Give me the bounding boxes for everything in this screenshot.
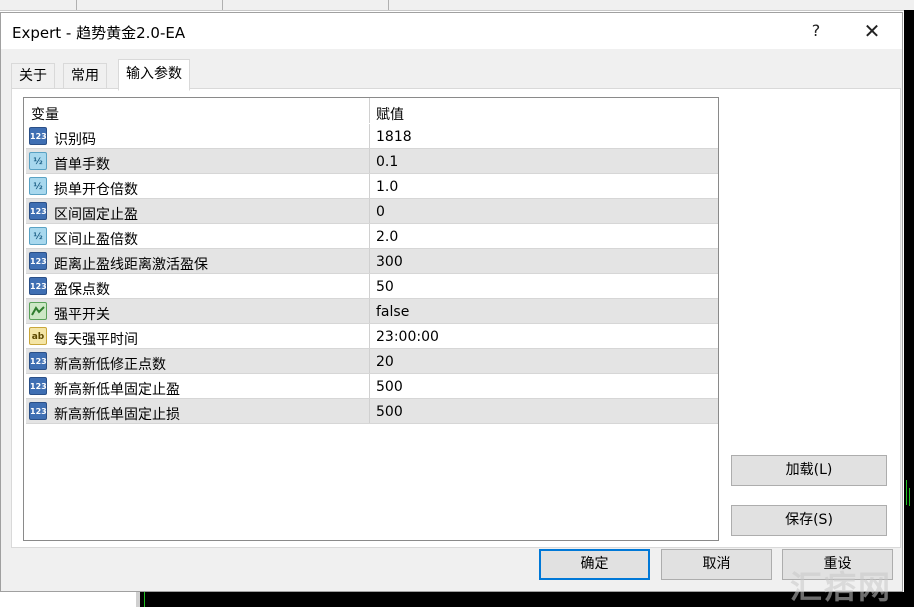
table-row[interactable]: 强平开关 false [26, 299, 718, 324]
parameter-value[interactable]: 0.1 [376, 154, 398, 170]
column-divider [369, 299, 370, 324]
chart-background [904, 10, 914, 607]
load-button[interactable]: 加载(L) [731, 455, 887, 486]
int-type-icon: 123 [29, 402, 47, 420]
tab-common[interactable]: 常用 [63, 63, 107, 88]
row-divider [26, 423, 718, 424]
parameter-value[interactable]: false [376, 304, 409, 320]
parameter-name: 损单开仓倍数 [54, 182, 138, 198]
parameter-value[interactable]: 2.0 [376, 229, 398, 245]
table-row[interactable]: 123 距离止盈线距离激活盈保 300 [26, 249, 718, 274]
chart-axis-line [144, 592, 145, 607]
parameter-name: 新高新低修正点数 [54, 357, 166, 373]
column-divider [369, 224, 370, 249]
table-row[interactable]: ab 每天强平时间 23:00:00 [26, 324, 718, 349]
int-type-icon: 123 [29, 127, 47, 145]
column-divider [369, 274, 370, 299]
parameter-value[interactable]: 50 [376, 279, 394, 295]
toolbar-separator [222, 0, 223, 10]
table-row[interactable]: 123 区间固定止盈 0 [26, 199, 718, 224]
parameter-value[interactable]: 0 [376, 204, 385, 220]
column-divider [369, 374, 370, 399]
column-divider [369, 399, 370, 424]
int-type-icon: 123 [29, 352, 47, 370]
tab-inputs[interactable]: 输入参数 [118, 59, 190, 91]
double-type-icon: ½ [29, 152, 47, 170]
table-row[interactable]: 123 新高新低单固定止损 500 [26, 399, 718, 424]
parameter-value[interactable]: 500 [376, 404, 403, 420]
parameter-value[interactable]: 20 [376, 354, 394, 370]
parameter-value[interactable]: 500 [376, 379, 403, 395]
column-divider [369, 324, 370, 349]
int-type-icon: 123 [29, 377, 47, 395]
double-type-icon: ½ [29, 177, 47, 195]
tab-about[interactable]: 关于 [11, 63, 55, 88]
table-row[interactable]: ½ 损单开仓倍数 1.0 [26, 174, 718, 199]
title-bar[interactable]: Expert - 趋势黄金2.0-EA ? ✕ [1, 13, 902, 49]
close-button[interactable]: ✕ [849, 13, 895, 49]
expert-properties-dialog: Expert - 趋势黄金2.0-EA ? ✕ 关于 常用 输入参数 变量 赋值… [0, 12, 903, 592]
int-type-icon: 123 [29, 202, 47, 220]
int-type-icon: 123 [29, 277, 47, 295]
parameter-name: 区间固定止盈 [54, 207, 138, 223]
cancel-button[interactable]: 取消 [661, 549, 772, 580]
variable-column-header: 变量 [31, 107, 59, 123]
int-type-icon: 123 [29, 252, 47, 270]
double-type-icon: ½ [29, 227, 47, 245]
watermark: 汇痞网 [790, 568, 893, 606]
parameter-name: 首单手数 [54, 157, 110, 173]
parameter-name: 距离止盈线距离激活盈保 [54, 257, 208, 273]
table-header: 变量 赋值 [24, 98, 718, 123]
parameter-name: 新高新低单固定止盈 [54, 382, 180, 398]
column-divider [369, 349, 370, 374]
parameter-name: 强平开关 [54, 307, 110, 323]
parameter-name: 每天强平时间 [54, 332, 138, 348]
table-row[interactable]: 123 盈保点数 50 [26, 274, 718, 299]
column-divider [369, 149, 370, 174]
ok-button[interactable]: 确定 [539, 549, 650, 580]
column-divider [369, 199, 370, 224]
parameter-name: 盈保点数 [54, 282, 110, 298]
string-type-icon: ab [29, 327, 47, 345]
save-button[interactable]: 保存(S) [731, 505, 887, 536]
table-row[interactable]: 123 新高新低修正点数 20 [26, 349, 718, 374]
parameter-name: 新高新低单固定止损 [54, 407, 180, 423]
toolbar-separator [388, 0, 389, 10]
parameter-value[interactable]: 300 [376, 254, 403, 270]
terminal-toolbar [0, 0, 914, 11]
parameters-table: 变量 赋值 123 识别码 1818 ½ 首单手数 0.1 ½ 损单开仓倍数 1… [23, 97, 719, 541]
chart-candle [906, 480, 907, 505]
value-column-header: 赋值 [376, 107, 404, 123]
table-row[interactable]: ½ 区间止盈倍数 2.0 [26, 224, 718, 249]
bool-type-icon [29, 302, 47, 320]
column-divider [369, 98, 370, 123]
table-row[interactable]: 123 新高新低单固定止盈 500 [26, 374, 718, 399]
parameter-name: 识别码 [54, 132, 96, 148]
window-title: Expert - 趋势黄金2.0-EA [12, 24, 186, 42]
column-divider [369, 249, 370, 274]
parameter-value[interactable]: 1.0 [376, 179, 398, 195]
parameter-name: 区间止盈倍数 [54, 232, 138, 248]
toolbar-separator [76, 0, 77, 10]
column-divider [369, 174, 370, 199]
help-button[interactable]: ? [793, 13, 839, 49]
table-row[interactable]: 123 识别码 1818 [26, 124, 718, 149]
table-row[interactable]: ½ 首单手数 0.1 [26, 149, 718, 174]
bool-type-icon-glyph [31, 306, 45, 316]
parameter-value[interactable]: 23:00:00 [376, 329, 439, 345]
chart-candle [909, 488, 910, 506]
column-divider [369, 124, 370, 149]
parameter-value[interactable]: 1818 [376, 129, 412, 145]
